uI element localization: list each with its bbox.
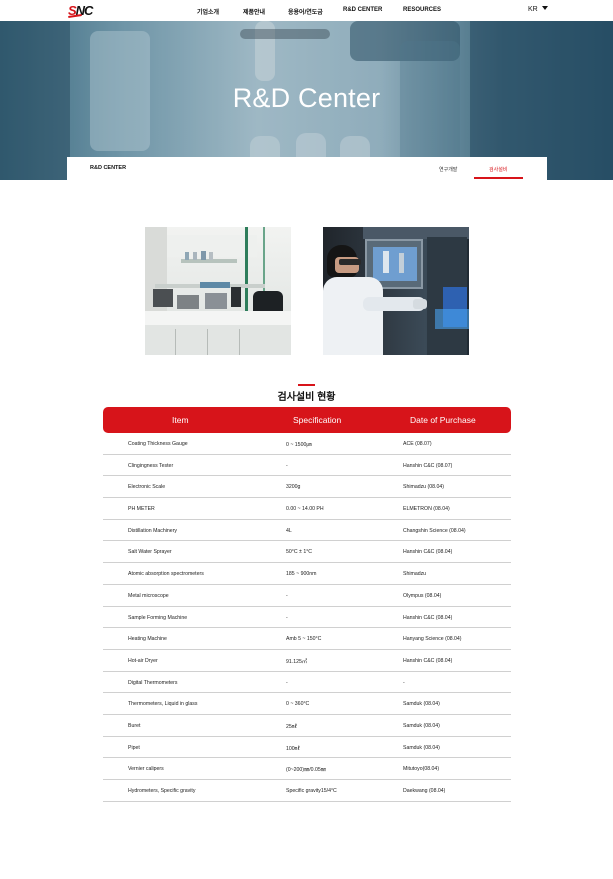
purchase-date-cell: Samduk (08.04) <box>403 722 440 729</box>
table-row: Heating Machine Amb 5 ~ 150°C Hanyang Scie… <box>103 628 511 650</box>
specification-cell: 50°C ± 1°C <box>286 549 313 556</box>
item-cell: Electronic Scale <box>128 484 166 491</box>
purchase-date-cell: Mitutoyo(08.04) <box>403 766 440 773</box>
purchase-date-cell: - <box>403 679 405 686</box>
item-cell: Distillation Machinery <box>128 527 178 534</box>
purchase-date-cell: Changshin Science (08.04) <box>403 527 466 534</box>
specification-cell: Amb 5 ~ 150°C <box>286 636 322 643</box>
title-accent-bar <box>298 384 315 386</box>
specification-cell: - <box>286 592 288 599</box>
table-row: Digital Thermometers - - <box>103 672 511 694</box>
table-row: Salt Water Sprayer 50°C ± 1°C Hanshin C&C … <box>103 541 511 564</box>
item-cell: Hydrometers, Specific gravity <box>128 788 196 794</box>
lab-bench-photo <box>145 227 291 355</box>
purchase-date-cell: Hanshin C&C (08.04) <box>403 657 453 664</box>
item-cell: Pipet <box>128 744 140 751</box>
specification-cell: Specific gravity15/4°C <box>286 788 337 794</box>
section-title: 검사설비 현황 <box>277 392 336 403</box>
table-row: Pipet 100㎖ Samduk (08.04) <box>103 737 511 759</box>
specification-cell: - <box>286 679 288 686</box>
item-cell: Metal microscope <box>128 592 169 599</box>
table-row: Distillation Machinery 4L Changshin Scienc… <box>103 520 511 542</box>
specification-cell: - <box>286 462 288 469</box>
table-row: Atomic absorption spectrometers 185 ~ 900… <box>103 563 511 585</box>
purchase-date-cell: Hanshin C&C (08.04) <box>403 614 453 621</box>
nav-resources[interactable]: RESOURCES <box>403 7 441 13</box>
sub-navigation: R&D CENTER 연구개발 검사설비 <box>67 157 547 180</box>
researcher-photo <box>323 227 469 355</box>
table-row: Vernier calipers (0~200)㎜/0.05㎜ Mitutoyo(0… <box>103 758 511 780</box>
table-row: Clingingness Tester - Hanshin C&C (08.07) <box>103 455 511 477</box>
table-row: Coating Thickness Gauge 0 ~ 1500㎛ ACE (08.… <box>103 433 511 455</box>
item-cell: Buret <box>128 722 141 729</box>
column-header-item: Item <box>172 415 189 425</box>
specification-cell: 185 ~ 900nm <box>286 571 317 578</box>
table-row: Sample Forming Machine - Hanshin C&C (08.0… <box>103 607 511 629</box>
specification-cell: (0~200)㎜/0.05㎜ <box>286 767 326 774</box>
purchase-date-cell: Shimadzu <box>403 571 427 578</box>
table-row: Buret 25㎖ Samduk (08.04) <box>103 715 511 737</box>
tab-inspection-equipment[interactable]: 검사설비 <box>489 166 507 173</box>
tab-research[interactable]: 연구개발 <box>439 166 457 173</box>
purchase-date-cell: Samduk (08.04) <box>403 744 440 751</box>
purchase-date-cell: Shimadzu (08.04) <box>403 484 444 491</box>
site-header: SNC 기업소개 제품안내 응용어/연도금 R&D CENTER RESOURC… <box>0 0 613 21</box>
table-row: Hydrometers, Specific gravity Specific gr… <box>103 780 511 802</box>
specification-cell: 91.125㎥ <box>286 658 308 665</box>
active-tab-indicator <box>474 177 523 179</box>
purchase-date-cell: Samduk (08.04) <box>403 701 440 708</box>
purchase-date-cell: Hanyang Science (08.04) <box>403 636 462 643</box>
table-row: Electronic Scale 3200g Shimadzu (08.04) <box>103 476 511 499</box>
purchase-date-cell: ELMETRON (08.04) <box>403 506 450 513</box>
item-cell: Clingingness Tester <box>128 462 174 469</box>
nav-rnd-center[interactable]: R&D CENTER <box>343 7 382 13</box>
hero-title: R&D Center <box>232 83 381 113</box>
specification-cell: 0 ~ 360°C <box>286 701 310 708</box>
nav-company[interactable]: 기업소개 <box>197 7 219 16</box>
purchase-date-cell: ACE (08.07) <box>403 441 432 447</box>
specification-cell: 0 ~ 1500㎛ <box>286 442 312 448</box>
table-row: Metal microscope - Olympus (08.04) <box>103 585 511 607</box>
item-cell: Atomic absorption spectrometers <box>128 571 204 578</box>
nav-applications[interactable]: 응용어/연도금 <box>288 7 323 16</box>
specification-cell: 4L <box>286 527 292 534</box>
item-cell: Hot-air Dryer <box>128 657 158 664</box>
table-row: PH METER 0.00 ~ 14.00 PH ELMETRON (08.04) <box>103 498 511 520</box>
purchase-date-cell: Olympus (08.04) <box>403 592 442 599</box>
equipment-table: Item Specification Date of Purchase Coat… <box>103 407 511 802</box>
table-header: Item Specification Date of Purchase <box>103 407 511 433</box>
column-header-specification: Specification <box>293 415 342 425</box>
nav-products[interactable]: 제품안내 <box>243 7 265 16</box>
subnav-title: R&D CENTER <box>90 165 127 171</box>
column-header-date-of-purchase: Date of Purchase <box>410 415 476 425</box>
item-cell: PH METER <box>128 506 155 513</box>
specification-cell: 100㎖ <box>286 745 300 752</box>
language-selector[interactable]: KR <box>528 6 548 13</box>
item-cell: Heating Machine <box>128 636 167 643</box>
item-cell: Sample Forming Machine <box>128 614 188 621</box>
specification-cell: 3200g <box>286 484 301 491</box>
item-cell: Thermometers, Liquid in glass <box>128 701 198 708</box>
item-cell: Salt Water Sprayer <box>128 549 172 556</box>
purchase-date-cell: Daekwang (08.04) <box>403 788 446 794</box>
chevron-down-icon <box>541 6 548 10</box>
snc-logo[interactable]: SNC <box>67 3 93 18</box>
purchase-date-cell: Hanshin C&C (08.04) <box>403 549 453 556</box>
item-cell: Coating Thickness Gauge <box>128 441 188 447</box>
specification-cell: - <box>286 614 288 621</box>
specification-cell: 25㎖ <box>286 723 297 730</box>
purchase-date-cell: Hanshin C&C (08.07) <box>403 462 453 469</box>
item-cell: Digital Thermometers <box>128 679 178 686</box>
specification-cell: 0.00 ~ 14.00 PH <box>286 506 324 513</box>
table-row: Hot-air Dryer 91.125㎥ Hanshin C&C (08.04) <box>103 650 511 672</box>
table-body: Coating Thickness Gauge 0 ~ 1500㎛ ACE (08.… <box>103 433 511 802</box>
item-cell: Vernier calipers <box>128 766 164 773</box>
table-row: Thermometers, Liquid in glass 0 ~ 360°C Sa… <box>103 693 511 715</box>
